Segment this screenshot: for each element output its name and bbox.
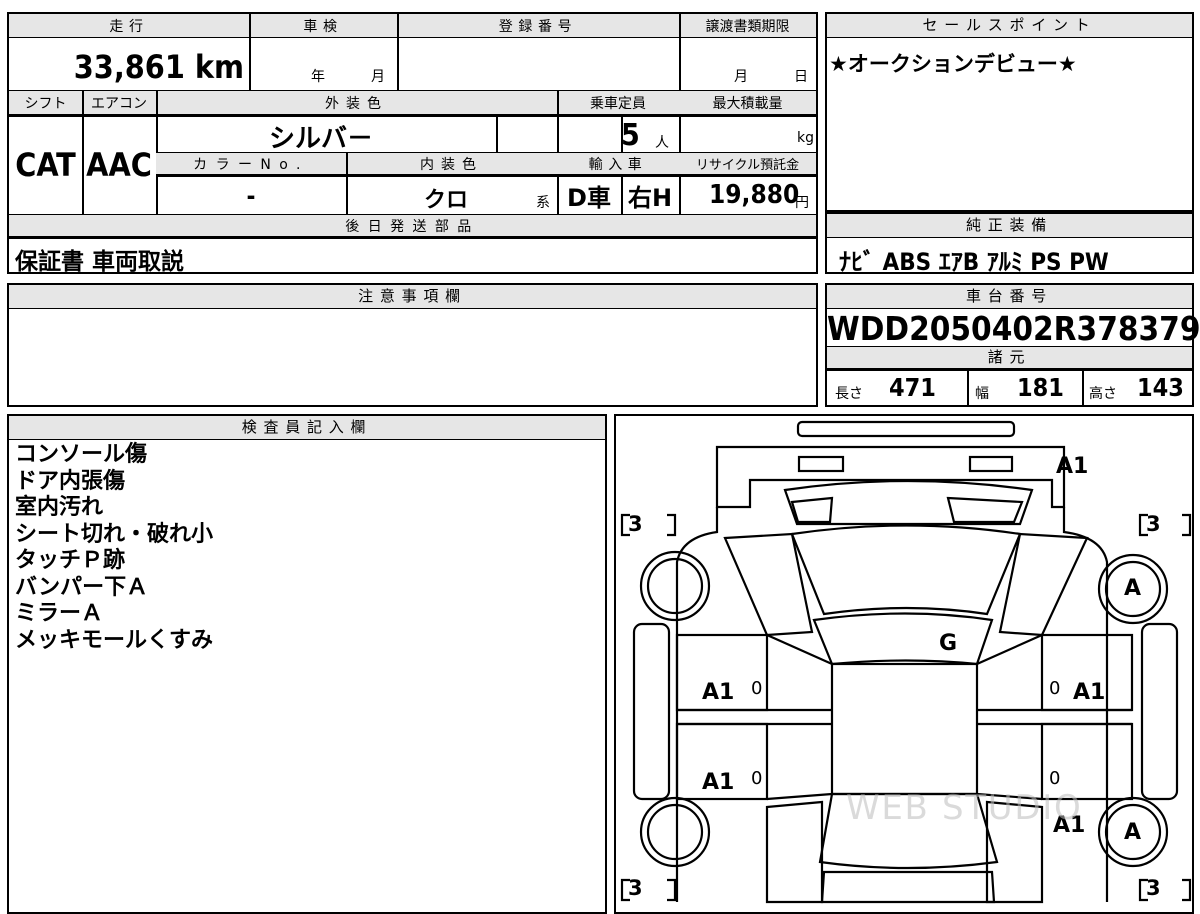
seating-label: 乗車定員	[590, 96, 646, 112]
caution-label: 注意事項欄	[9, 285, 816, 309]
registration-label: 登録番号	[498, 19, 578, 35]
front-bumper-mark: A1	[1056, 454, 1089, 479]
sales-point-label: セールスポイント	[827, 14, 1192, 38]
tire-bracket-rl: 3	[628, 876, 643, 900]
car-outline	[620, 420, 1192, 904]
later-parts-value: 保証書 車両取説	[15, 249, 185, 275]
door-fr-meter: 0	[1049, 678, 1061, 699]
interior-color-suffix: 系	[536, 195, 550, 211]
door-rl-meter: 0	[751, 768, 763, 789]
caution-panel: 注意事項欄	[7, 283, 818, 407]
width-label: 幅	[975, 386, 989, 402]
later-parts-label: 後日発送部品	[345, 219, 480, 235]
color-no-label: カラーNo.	[193, 157, 309, 173]
genuine-equipment-label: 純正装備	[827, 214, 1192, 238]
shift-label: シフト	[24, 96, 67, 112]
wheel-fr-mark: A	[1124, 576, 1142, 601]
interior-color-value: クロ	[424, 188, 469, 213]
height-value: 143	[1137, 373, 1184, 402]
ac-label: エアコン	[91, 96, 147, 112]
chassis-number: WDD2050402R378379	[827, 309, 1200, 348]
inspector-panel: 検査員記入欄 コンソール傷 ドア内張傷 室内汚れ シート切れ・破れ小 タッチＰ跡…	[7, 414, 607, 914]
exterior-color-value: シルバ－	[269, 124, 374, 154]
transfer-deadline-label: 譲渡書類期限	[705, 19, 790, 35]
length-label: 長さ	[835, 386, 863, 402]
ac-value: AAC	[86, 146, 152, 184]
inspector-note: バンパー下Ａ	[15, 574, 149, 600]
door-fr-mark: A1	[1073, 680, 1106, 705]
genuine-equipment-panel: 純正装備 ﾅﾋﾞ ABS ｴｱB ｱﾙﾐ PS PW	[825, 212, 1194, 276]
inspector-note: 室内汚れ	[15, 495, 104, 520]
exterior-color-label: 外装色	[325, 96, 388, 112]
mileage-label: 走行	[109, 19, 149, 35]
door-rl-mark: A1	[702, 770, 735, 795]
seating-unit: 人	[655, 135, 669, 151]
tire-bracket-fl: 3	[628, 512, 643, 536]
inspector-note: メッキモールくすみ	[15, 627, 214, 653]
length-value: 471	[889, 373, 936, 402]
inspection-year: 年	[311, 69, 325, 85]
shift-value: CAT	[15, 146, 76, 184]
recycle-value: 19,880	[709, 180, 800, 210]
vehicle-info-panel: 走行 車検 登録番号 譲渡書類期限 33,861 km 年 月 月 日 シフト …	[7, 12, 818, 275]
windshield-mark: G	[939, 631, 958, 656]
wheel-rr-mark: A	[1124, 820, 1142, 845]
watermark: WEB STUDIO	[846, 788, 1083, 828]
inspector-note: コンソール傷	[15, 442, 148, 467]
inspection-label: 車検	[303, 19, 343, 35]
mileage-value: 33,861	[73, 48, 185, 86]
inspector-label: 検査員記入欄	[9, 416, 605, 440]
tire-bracket-rr: 3	[1146, 876, 1161, 900]
color-no-value: -	[246, 182, 256, 210]
sales-point-panel: セールスポイント ★オークションデビュー★	[825, 12, 1194, 212]
inspector-note: ドア内張傷	[15, 468, 126, 494]
car-damage-diagram: 3 3 3 3 A1 A A G A1 0 A1 0 A1 0 0 A1 WEB…	[614, 414, 1194, 914]
max-load-label: 最大積載量	[712, 96, 783, 112]
transfer-day: 日	[794, 69, 808, 85]
door-rr-meter: 0	[1049, 768, 1061, 789]
interior-color-label: 内装色	[420, 157, 483, 173]
max-load-unit: kg	[797, 130, 814, 146]
sales-point-text: ★オークションデビュー★	[829, 52, 1077, 76]
door-fl-mark: A1	[702, 680, 735, 705]
import-label: 輸入車	[588, 157, 648, 173]
tire-bracket-fr: 3	[1146, 512, 1161, 536]
specs-label: 諸元	[827, 347, 1192, 369]
recycle-label: リサイクル預託金	[695, 158, 800, 173]
inspection-month: 月	[371, 69, 385, 85]
height-label: 高さ	[1089, 386, 1117, 402]
width-value: 181	[1017, 373, 1064, 402]
handle-value: 右H	[627, 184, 673, 212]
door-fl-meter: 0	[751, 678, 763, 699]
recycle-unit: 円	[795, 195, 809, 211]
genuine-equipment-text: ﾅﾋﾞ ABS ｴｱB ｱﾙﾐ PS PW	[839, 248, 1109, 276]
seating-value: 5	[621, 118, 640, 153]
transfer-month: 月	[734, 69, 748, 85]
inspector-note: タッチＰ跡	[15, 548, 126, 573]
inspector-note: シート切れ・破れ小	[15, 521, 214, 547]
mileage-unit: km	[194, 48, 244, 86]
chassis-panel: 車台番号 WDD2050402R378379 諸元 長さ 471 幅 181 高…	[825, 283, 1200, 407]
inspector-note: ミラーＡ	[15, 601, 104, 626]
import-value: D車	[567, 184, 611, 212]
chassis-label: 車台番号	[827, 285, 1192, 309]
